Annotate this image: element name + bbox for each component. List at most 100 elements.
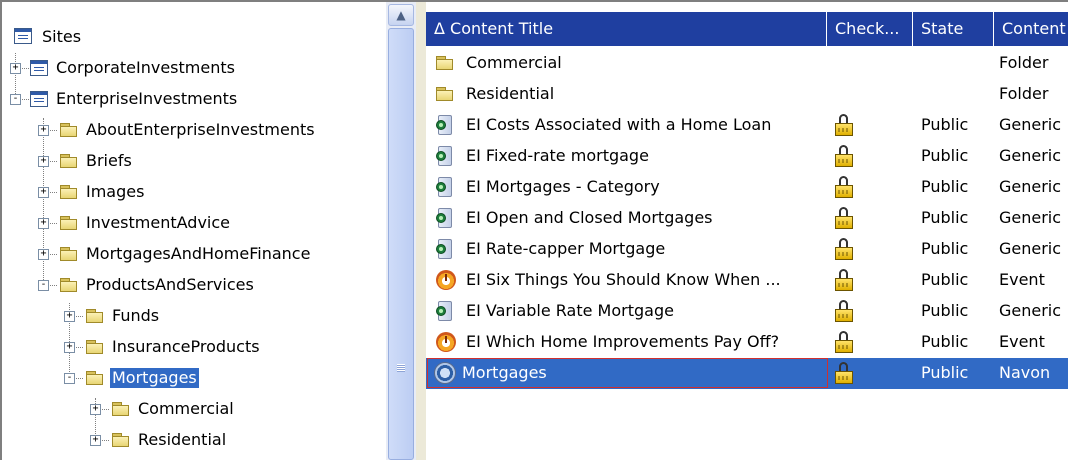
tree-item[interactable]: + MortgagesAndHomeFinance xyxy=(2,239,386,270)
column-title-label: Content Title xyxy=(450,19,554,38)
expand-icon[interactable]: + xyxy=(38,249,49,260)
sort-indicator-icon: Δ xyxy=(434,19,445,38)
tree-item[interactable]: + AboutEnterpriseInvestments xyxy=(2,115,386,146)
folder-icon xyxy=(86,371,104,385)
state-cell: Public xyxy=(921,332,969,351)
state-cell: Public xyxy=(921,115,969,134)
site-icon xyxy=(30,91,48,107)
tree-item-label: Sites xyxy=(42,27,82,46)
tree-item[interactable]: + InsuranceProducts xyxy=(2,332,386,363)
tree-item-label: CorporateInvestments xyxy=(56,58,235,77)
expand-icon[interactable]: + xyxy=(38,125,49,136)
tree-item-label: InsuranceProducts xyxy=(112,337,260,356)
checkout-lock-icon xyxy=(835,362,853,384)
folder-icon xyxy=(60,216,78,230)
event-icon xyxy=(436,270,456,290)
tree-item-label: Mortgages xyxy=(110,368,199,388)
content-type-cell: Event xyxy=(999,270,1045,289)
list-row[interactable]: Residential Folder xyxy=(426,79,1068,110)
content-type-cell: Generic xyxy=(999,239,1062,258)
generic-doc-icon xyxy=(436,115,452,135)
tree-item-label: Commercial xyxy=(138,399,234,418)
tree-item[interactable]: + Funds xyxy=(2,301,386,332)
checkout-lock-icon xyxy=(835,238,853,260)
list-row[interactable]: EI Fixed-rate mortgage Public Generic xyxy=(426,141,1068,172)
tree-item[interactable]: + Images xyxy=(2,177,386,208)
column-header-checkout[interactable]: Check... xyxy=(827,12,913,46)
content-type-cell: Navon xyxy=(999,363,1051,382)
content-type-cell: Generic xyxy=(999,115,1062,134)
pane-splitter[interactable] xyxy=(416,0,426,460)
content-title: EI Open and Closed Mortgages xyxy=(466,208,713,227)
state-cell: Public xyxy=(921,270,969,289)
generic-doc-icon xyxy=(436,177,452,197)
tree-item-label: EnterpriseInvestments xyxy=(56,89,238,108)
list-row[interactable]: EI Mortgages - Category Public Generic xyxy=(426,172,1068,203)
list-header: Δ Content Title Check... State Content xyxy=(426,12,1068,46)
list-row[interactable]: EI Six Things You Should Know When ... Pu… xyxy=(426,265,1068,296)
folder-icon xyxy=(60,278,78,292)
list-row[interactable]: EI Which Home Improvements Pay Off? Publi… xyxy=(426,327,1068,358)
collapse-icon[interactable]: - xyxy=(10,94,21,105)
collapse-icon[interactable]: - xyxy=(38,280,49,291)
column-checkout-label: Check... xyxy=(835,19,900,38)
tree-item[interactable]: + Briefs xyxy=(2,146,386,177)
folder-icon xyxy=(112,433,130,447)
tree-item[interactable]: + InvestmentAdvice xyxy=(2,208,386,239)
list-row[interactable]: Commercial Folder xyxy=(426,48,1068,79)
column-header-state[interactable]: State xyxy=(913,12,994,46)
expand-icon[interactable]: + xyxy=(38,218,49,229)
tree-item-label: AboutEnterpriseInvestments xyxy=(86,120,315,139)
list-row[interactable]: EI Costs Associated with a Home Loan Publ… xyxy=(426,110,1068,141)
folder-icon xyxy=(436,87,454,101)
generic-doc-icon xyxy=(436,301,452,321)
expand-icon[interactable]: + xyxy=(90,404,101,415)
list-row[interactable]: Mortgages Public Navon xyxy=(426,358,1068,389)
content-title: EI Rate-capper Mortgage xyxy=(466,239,666,258)
generic-doc-icon xyxy=(436,239,452,259)
expand-icon[interactable]: + xyxy=(90,435,101,446)
tree-item[interactable]: - ProductsAndServices xyxy=(2,270,386,301)
state-cell: Public xyxy=(921,177,969,196)
folder-icon xyxy=(112,402,130,416)
checkout-lock-icon xyxy=(835,269,853,291)
expand-icon[interactable]: + xyxy=(10,63,21,74)
content-title: Mortgages xyxy=(462,363,547,382)
column-header-title[interactable]: Δ Content Title xyxy=(426,12,827,46)
content-title: EI Variable Rate Mortgage xyxy=(466,301,674,320)
tree-item-label: ProductsAndServices xyxy=(86,275,254,294)
expand-icon[interactable]: + xyxy=(64,342,75,353)
checkout-lock-icon xyxy=(835,207,853,229)
expand-icon[interactable]: + xyxy=(38,187,49,198)
list-row[interactable]: EI Rate-capper Mortgage Public Generic xyxy=(426,234,1068,265)
checkout-lock-icon xyxy=(835,176,853,198)
folder-icon xyxy=(60,154,78,168)
tree-item[interactable]: + CorporateInvestments xyxy=(2,53,386,84)
state-cell: Public xyxy=(921,363,969,382)
tree-item[interactable]: + Residential xyxy=(2,425,386,456)
tree-item-label: Briefs xyxy=(86,151,132,170)
scroll-thumb[interactable] xyxy=(388,28,414,460)
expand-icon[interactable]: + xyxy=(38,156,49,167)
content-type-cell: Folder xyxy=(999,84,1049,103)
folder-icon xyxy=(86,340,104,354)
tree-scrollbar[interactable]: ▲ xyxy=(386,0,416,460)
scroll-grip-icon xyxy=(397,364,405,372)
checkout-lock-icon xyxy=(835,331,853,353)
tree-item[interactable]: - EnterpriseInvestments xyxy=(2,84,386,115)
tree-item[interactable]: + Commercial xyxy=(2,394,386,425)
tree-item-sites[interactable]: Sites xyxy=(2,22,386,53)
tree-item[interactable]: - Mortgages xyxy=(2,363,386,394)
checkout-lock-icon xyxy=(835,145,853,167)
list-row[interactable]: EI Open and Closed Mortgages Public Generi… xyxy=(426,203,1068,234)
collapse-icon[interactable]: - xyxy=(64,373,75,384)
scroll-up-button[interactable]: ▲ xyxy=(388,4,414,26)
generic-doc-icon xyxy=(436,146,452,166)
folder-icon xyxy=(60,123,78,137)
column-header-content-type[interactable]: Content xyxy=(994,12,1068,46)
expand-icon[interactable]: + xyxy=(64,311,75,322)
state-cell: Public xyxy=(921,146,969,165)
list-row[interactable]: EI Variable Rate Mortgage Public Generic xyxy=(426,296,1068,327)
site-icon xyxy=(30,60,48,76)
content-type-cell: Folder xyxy=(999,53,1049,72)
